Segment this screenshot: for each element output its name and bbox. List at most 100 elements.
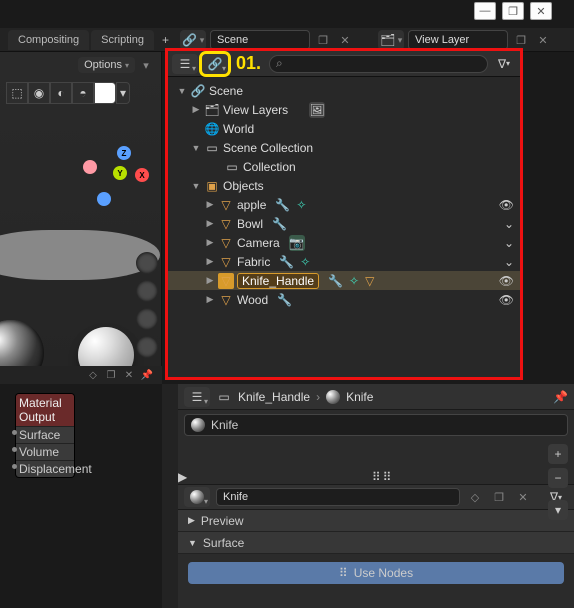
scene-name-field[interactable]: Scene xyxy=(210,30,310,50)
axis-z[interactable]: Z xyxy=(117,146,131,160)
visibility-eye-icon[interactable]: 👁 xyxy=(499,293,514,307)
zoom-icon[interactable] xyxy=(136,252,158,274)
material-name-label[interactable]: Knife xyxy=(346,390,373,404)
window-maximize[interactable]: ❐ xyxy=(502,2,524,20)
new-viewlayer-icon[interactable]: ❐ xyxy=(512,31,530,49)
disclosure-icon[interactable]: ▶ xyxy=(205,199,215,210)
particle-icon[interactable]: ✧ xyxy=(349,274,359,288)
render-icon[interactable]: 🖼 xyxy=(309,102,325,118)
scenecoll-label[interactable]: Scene Collection xyxy=(223,141,313,155)
unlink-icon[interactable]: ✕ xyxy=(514,488,532,506)
disclosure-icon[interactable]: ▶ xyxy=(205,294,215,305)
material-slot[interactable]: Knife xyxy=(184,414,568,436)
use-nodes-button[interactable]: ⠿Use Nodes xyxy=(188,562,564,584)
visibility-eye-icon[interactable]: 👁 xyxy=(499,198,514,212)
delete-scene-icon[interactable]: ✕ xyxy=(336,31,354,49)
viewlayer-name-field[interactable]: View Layer xyxy=(408,30,508,50)
preview-panel-header[interactable]: ▶Preview xyxy=(178,510,574,532)
axis-x[interactable]: X xyxy=(135,168,149,182)
item-wood[interactable]: Wood xyxy=(237,293,268,307)
node-socket-displacement[interactable]: Displacement xyxy=(16,460,74,477)
disclosure-icon[interactable]: ▼ xyxy=(177,86,187,96)
search-input[interactable]: ⌕ xyxy=(269,55,488,73)
pan-icon[interactable] xyxy=(136,280,158,302)
camera-data-icon[interactable]: 📷 xyxy=(289,235,305,251)
collapse-chevron-icon[interactable]: ⌄ xyxy=(504,255,514,269)
node-header[interactable]: Material Output xyxy=(16,394,74,426)
node-editor[interactable]: Material Output Surface Volume Displacem… xyxy=(0,384,162,608)
material-output-node[interactable]: Material Output Surface Volume Displacem… xyxy=(16,394,74,477)
particle-icon[interactable]: ✧ xyxy=(300,255,310,269)
viewlayers-label[interactable]: View Layers xyxy=(223,103,288,117)
data-api-dropdown[interactable]: 🔗▾ xyxy=(202,54,228,74)
item-fabric[interactable]: Fabric xyxy=(237,255,270,269)
modifier-icon[interactable]: 🔧 xyxy=(279,255,294,269)
camera-view-icon[interactable] xyxy=(136,308,158,330)
collapse-chevron-icon[interactable]: ⌄ xyxy=(504,217,514,231)
modifier-icon[interactable]: 🔧 xyxy=(328,274,343,288)
props-editor-dropdown[interactable]: ☰▾ xyxy=(184,387,210,407)
objects-label[interactable]: Objects xyxy=(223,179,264,193)
collapse-chevron-icon[interactable]: ⌄ xyxy=(504,236,514,250)
disclosure-icon[interactable]: ▶ xyxy=(191,104,201,115)
duplicate-icon[interactable]: ❐ xyxy=(490,488,508,506)
new-scene-icon[interactable]: ❐ xyxy=(314,31,332,49)
item-camera[interactable]: Camera xyxy=(237,236,280,250)
window-close[interactable]: ✕ xyxy=(530,2,552,20)
tab-compositing[interactable]: Compositing xyxy=(8,30,89,50)
item-knife-handle[interactable]: Knife_Handle xyxy=(237,273,319,289)
object-name-label[interactable]: Knife_Handle xyxy=(238,390,310,404)
properties-tab-strip[interactable] xyxy=(162,384,178,608)
close-icon[interactable]: ✕ xyxy=(122,368,136,382)
shading-active-icon[interactable] xyxy=(94,82,116,104)
shading-matprev-icon[interactable]: ◐ xyxy=(50,82,72,104)
filter-dropdown[interactable]: ∇▾ xyxy=(492,54,516,74)
mesh-data-icon[interactable]: ▽ xyxy=(365,274,374,288)
scene-browse-dropdown[interactable]: 🔗 xyxy=(180,30,206,50)
shading-render-icon[interactable]: ◓ xyxy=(72,82,94,104)
options-extra-icon[interactable]: ▾ xyxy=(137,56,155,74)
disclosure-icon[interactable]: ▶ xyxy=(205,237,215,248)
particle-icon[interactable]: ✧ xyxy=(296,198,306,212)
node-socket-surface[interactable]: Surface xyxy=(16,426,74,443)
navigation-gizmo[interactable]: Z Y X xyxy=(105,152,160,207)
node-socket-volume[interactable]: Volume xyxy=(16,443,74,460)
axis-y[interactable]: Y xyxy=(113,166,127,180)
surface-panel-header[interactable]: ▼Surface xyxy=(178,532,574,554)
options-dropdown[interactable]: Options xyxy=(78,57,135,73)
fake-user-icon[interactable]: ◇ xyxy=(466,488,484,506)
item-apple[interactable]: apple xyxy=(237,198,266,212)
slot-add-button[interactable]: + xyxy=(548,444,568,464)
modifier-icon[interactable]: 🔧 xyxy=(275,198,290,212)
scene-label[interactable]: Scene xyxy=(209,84,243,98)
viewlayer-browse-dropdown[interactable]: 🗂 xyxy=(378,30,404,50)
shading-solid-icon[interactable]: ◉ xyxy=(28,82,50,104)
material-browse-dropdown[interactable]: ▾ xyxy=(184,487,210,507)
display-mode-dropdown[interactable]: ☰▾ xyxy=(172,54,198,74)
collection-label[interactable]: Collection xyxy=(243,160,296,174)
modifier-icon[interactable]: 🔧 xyxy=(272,217,287,231)
slot-remove-button[interactable]: − xyxy=(548,468,568,488)
copy-icon[interactable]: ❐ xyxy=(104,368,118,382)
material-name-field[interactable]: Knife xyxy=(216,488,460,506)
shield-icon[interactable]: ◇ xyxy=(86,368,100,382)
shading-wire-icon[interactable]: ⬚ xyxy=(6,82,28,104)
pin-icon[interactable]: 📌 xyxy=(140,368,154,382)
modifier-icon[interactable]: 🔧 xyxy=(277,293,292,307)
tab-scripting[interactable]: Scripting xyxy=(91,30,154,50)
disclosure-icon[interactable]: ▶ xyxy=(205,256,215,267)
shading-dropdown-icon[interactable]: ▾ xyxy=(116,82,130,104)
world-label[interactable]: World xyxy=(223,122,254,136)
window-minimize[interactable]: — xyxy=(474,2,496,20)
delete-viewlayer-icon[interactable]: ✕ xyxy=(534,31,552,49)
disclosure-icon[interactable]: ▶ xyxy=(205,275,215,286)
disclosure-icon[interactable]: ▶ xyxy=(205,218,215,229)
perspective-icon[interactable] xyxy=(136,336,158,358)
pin-icon[interactable]: 📌 xyxy=(553,390,568,404)
slot-menu-button[interactable]: ▾ xyxy=(548,500,568,520)
disclosure-icon[interactable]: ▼ xyxy=(191,181,201,191)
item-bowl[interactable]: Bowl xyxy=(237,217,263,231)
disclosure-icon[interactable]: ▼ xyxy=(191,143,201,153)
drag-handle[interactable]: ▶⠿⠿ xyxy=(178,470,574,484)
visibility-eye-icon[interactable]: 👁 xyxy=(499,274,514,288)
